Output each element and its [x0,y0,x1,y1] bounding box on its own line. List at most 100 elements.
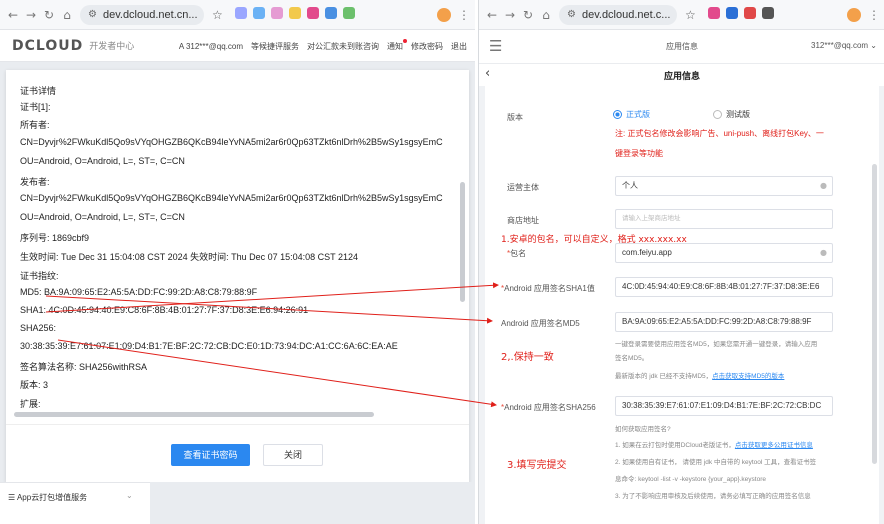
sha1-label: *Android 应用签名SHA1值 [501,284,595,293]
version-warning-line-2: 键登录等功能 [615,149,663,158]
cert-line: OU=Android, O=Android, L=, ST=, C=CN [20,156,185,166]
profile-avatar[interactable] [847,7,861,22]
md5-hint-text: 最新版本的 jdk 已经不支持MD5， [615,373,713,380]
radio-dot [613,110,622,119]
site-settings-icon[interactable]: ⚙ [567,9,576,20]
cert-line: 签名算法名称: SHA256withRSA [20,362,148,372]
extension-icon[interactable] [707,6,720,19]
md5-hint-line-2: 签名MD5。 [615,355,649,362]
extension-icon[interactable] [252,6,265,19]
nav-link-change-password[interactable]: 修改密码 [411,41,443,52]
reload-icon[interactable]: ↻ [40,8,58,22]
cert-line: 证书[1]: [20,102,51,112]
home-icon[interactable]: ⌂ [58,8,76,22]
back-icon[interactable]: ← [483,8,501,22]
cert-line: 扩展: [20,399,41,409]
site-settings-icon[interactable]: ⚙ [88,9,97,20]
extension-icon[interactable] [324,6,337,19]
profile-avatar[interactable] [437,7,451,22]
public-cert-info-link[interactable]: 点击获取更多公用证书信息 [735,442,813,449]
user-email[interactable]: A 312***@qq.com [179,42,243,51]
form-scrollbar[interactable] [872,164,877,464]
store-url-input[interactable]: 请输入上架商店地址 [615,209,833,229]
extension-icon[interactable] [288,6,301,19]
package-name-value: com.feiyu.app [622,248,672,257]
extension-icon[interactable] [306,6,319,19]
cert-line: 所有者: [20,120,50,130]
more-menu-icon[interactable]: ⋮ [455,8,473,22]
right-browser-toolbar: ← → ↻ ⌂ ⚙ dev.dcloud.net.c... ☆ ⋮ [479,0,884,30]
nav-link-notice[interactable]: 通知 [387,38,407,52]
md5-value: BA:9A:09:65:E2:A5:5A:DD:FC:99:2D:A8:C8:7… [622,317,812,326]
sha256-input[interactable]: 30:38:35:39:E7:61:07:E1:09:D4:B1:7E:BF:2… [615,396,833,416]
extension-icon[interactable] [234,6,247,19]
nav-link-remittance[interactable]: 对公汇款未到账咨询 [307,41,379,52]
md5-label: Android 应用签名MD5 [501,319,580,328]
chevron-down-icon: ⌄ [126,491,133,500]
reload-icon[interactable]: ↻ [519,8,537,22]
app-info-form: 版本 正式版 测试版 注: 正式包名修改会影响广告、uni-push、离线打包K… [485,86,879,524]
user-menu[interactable]: 312***@qq.com ⌄ [811,41,877,50]
page-title: 应用信息 [663,71,700,81]
vertical-scrollbar[interactable] [460,182,465,302]
dcloud-logo[interactable]: DCLOUD [12,38,83,54]
nav-link-service[interactable]: 等候捷评服务 [251,41,299,52]
annotation-fill-submit: 3.填写完提交 [507,460,567,471]
certificate-text-area[interactable]: 证书[1]: 所有者: CN=Dyvjr%2FWkuKdl5Qo9sVYqOHGZB… [6,100,469,418]
dialog-divider [6,424,469,425]
extension-icon[interactable] [743,6,756,19]
extension-icons [229,6,355,24]
extension-icon[interactable] [761,6,774,19]
package-name-input[interactable]: com.feiyu.app ● [615,243,833,263]
extension-icons [702,6,774,24]
certificate-details-dialog: 证书详情 证书[1]: 所有者: CN=Dyvjr%2FWkuKdl5Qo9sVYq… [6,70,469,482]
home-icon[interactable]: ⌂ [537,8,555,22]
nav-link-logout[interactable]: 退出 [451,41,467,52]
store-url-label: 商店地址 [507,216,539,225]
view-cert-password-button[interactable]: 查看证书密码 [171,444,250,466]
extension-icon[interactable] [342,6,355,19]
address-bar-url: dev.dcloud.net.cn... [102,8,198,21]
md5-download-link[interactable]: 点击获取支持MD5的版本 [712,373,784,380]
more-menu-icon[interactable]: ⋮ [865,8,883,22]
dialog-title: 证书详情 [20,86,57,96]
forward-icon[interactable]: → [22,8,40,22]
clear-icon[interactable]: ● [820,244,827,262]
extension-icon[interactable] [725,6,738,19]
address-bar[interactable]: ⚙ dev.dcloud.net.c... [559,4,677,25]
mobile-header: ☰ 应用信息 312***@qq.com ⌄ [479,30,884,64]
how-to-step-1: 1. 如果在云打包时使用DCloud老版证书，点击获取更多公用证书信息 [615,439,813,449]
cert-line: 生效时间: Tue Dec 31 15:04:08 CST 2024 失效时间:… [20,252,359,262]
sha256-label-text: Android 应用签名SHA256 [504,403,596,412]
radio-test[interactable]: 测试版 [713,109,750,120]
bookmark-star-icon[interactable]: ☆ [212,8,223,22]
operator-select[interactable]: 个人 ● [615,176,833,196]
sidebar-item-app-cloud-packaging[interactable]: ☰ App云打包增值服务 ⌄ [0,482,150,524]
bookmark-star-icon[interactable]: ☆ [685,8,696,22]
cert-line: 证书指纹: [20,271,59,281]
close-button[interactable]: 关闭 [263,444,323,466]
cert-line: 30:38:35:39:E7:61:07:E1:09:D4:B1:7E:BF:2… [20,341,398,351]
radio-release-label: 正式版 [626,110,650,119]
radio-release[interactable]: 正式版 [613,109,650,120]
clear-icon[interactable]: ● [820,177,827,195]
cert-line: SHA256: [20,323,57,333]
cert-line: MD5: BA:9A:09:65:E2:A5:5A:DD:FC:99:2D:A8… [20,287,258,297]
back-icon[interactable]: ← [4,8,22,22]
horizontal-scrollbar[interactable] [14,412,374,417]
dcloud-top-nav: A 312***@qq.com 等候捷评服务 对公汇款未到账咨询 通知 修改密码… [179,30,467,62]
md5-input[interactable]: BA:9A:09:65:E2:A5:5A:DD:FC:99:2D:A8:C8:7… [615,312,833,332]
cert-line: CN=Dyvjr%2FWkuKdl5Qo9sVYqOHGZB6QKcB94leY… [20,137,443,147]
extension-icon[interactable] [270,6,283,19]
dcloud-logo-subtitle: 开发者中心 [89,41,135,51]
md5-hint-line-3: 最新版本的 jdk 已经不支持MD5，点击获取支持MD5的版本 [615,370,784,380]
how-to-step-1-text: 1. 如果在云打包时使用DCloud老版证书， [615,442,735,449]
sha1-input[interactable]: 4C:0D:45:94:40:E9:C8:6F:8B:4B:01:27:7F:3… [615,277,833,297]
sha256-value: 30:38:35:39:E7:61:07:E1:09:D4:B1:7E:BF:2… [622,401,822,410]
forward-icon[interactable]: → [501,8,519,22]
sha1-value: 4C:0D:45:94:40:E9:C8:6F:8B:4B:01:27:7F:3… [622,282,820,291]
operator-label: 运营主体 [507,183,539,192]
version-warning-line-1: 注: 正式包名修改会影响广告、uni-push、离线打包Key、一 [615,129,824,138]
dcloud-header: DCLOUD 开发者中心 A 312***@qq.com 等候捷评服务 对公汇款… [0,30,475,62]
address-bar[interactable]: ⚙ dev.dcloud.net.cn... [80,4,204,25]
